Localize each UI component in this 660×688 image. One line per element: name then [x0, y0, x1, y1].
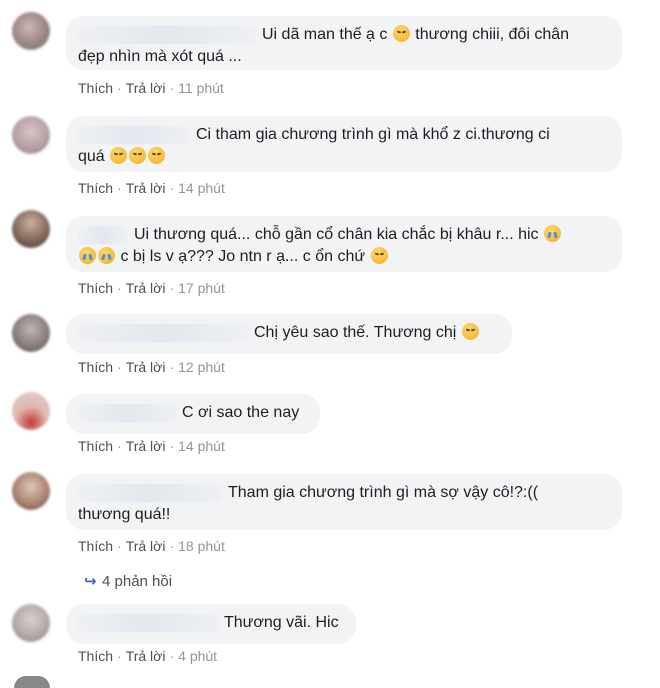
- avatar[interactable]: [12, 116, 50, 154]
- comment-bubble: C ơi sao the nay: [66, 394, 320, 434]
- timestamp[interactable]: 14 phút: [178, 438, 225, 454]
- author-name-blurred[interactable]: [78, 225, 128, 244]
- comment-bubble: Ci tham gia chương trình gì mà khổ z ci.…: [66, 116, 622, 172]
- sad-face-icon: [461, 323, 479, 340]
- crying-face-icon: [98, 247, 115, 264]
- comment-bubble: Ui thương quá... chỗ gần cổ chân kia chắ…: [66, 216, 622, 272]
- sad-face-icon: [148, 147, 166, 164]
- comment-bubble: Tham gia chương trình gì mà sợ vậy cô!?:…: [66, 474, 622, 530]
- timestamp[interactable]: 4 phút: [178, 648, 217, 664]
- next-avatar-partial: [14, 676, 50, 688]
- sad-face-icon: [392, 25, 410, 42]
- replies-count: 4 phản hồi: [102, 573, 173, 590]
- author-name-blurred[interactable]: [78, 613, 218, 632]
- timestamp[interactable]: 18 phút: [178, 538, 225, 554]
- avatar[interactable]: [12, 314, 50, 352]
- author-name-blurred[interactable]: [78, 25, 256, 44]
- avatar[interactable]: [12, 12, 50, 50]
- reply-link[interactable]: Trả lời: [126, 80, 166, 96]
- timestamp[interactable]: 12 phút: [178, 359, 225, 375]
- like-link[interactable]: Thích: [78, 359, 113, 375]
- comment-meta: Thích · Trả lời · 4 phút: [78, 648, 218, 664]
- comment-bubble: Thương vãi. Hic: [66, 604, 356, 644]
- comment-bubble: Ui dã man thế ạ c thương chiii, đôi chân…: [66, 16, 622, 70]
- like-link[interactable]: Thích: [78, 538, 113, 554]
- comment-meta: Thích · Trả lời · 18 phút: [78, 538, 225, 554]
- avatar[interactable]: [12, 604, 50, 642]
- author-name-blurred[interactable]: [78, 125, 190, 144]
- comment-meta: Thích · Trả lời · 14 phút: [78, 438, 225, 454]
- reply-link[interactable]: Trả lời: [126, 280, 166, 296]
- like-link[interactable]: Thích: [78, 80, 113, 96]
- avatar[interactable]: [12, 210, 50, 248]
- like-link[interactable]: Thích: [78, 648, 113, 664]
- worried-face-icon: [370, 247, 388, 264]
- timestamp[interactable]: 17 phút: [178, 280, 225, 296]
- comment-bubble: Chị yêu sao thế. Thương chị: [66, 314, 512, 354]
- author-name-blurred[interactable]: [78, 403, 176, 422]
- reply-link[interactable]: Trả lời: [126, 180, 166, 196]
- crying-face-icon: [544, 225, 561, 242]
- reply-link[interactable]: Trả lời: [126, 438, 166, 454]
- timestamp[interactable]: 11 phút: [178, 80, 224, 96]
- author-name-blurred[interactable]: [78, 483, 222, 502]
- like-link[interactable]: Thích: [78, 280, 113, 296]
- crying-face-icon: [79, 247, 96, 264]
- like-link[interactable]: Thích: [78, 180, 113, 196]
- comment-meta: Thích · Trả lời · 11 phút: [78, 80, 224, 96]
- avatar[interactable]: [12, 392, 50, 430]
- comment-meta: Thích · Trả lời · 12 phút: [78, 359, 225, 375]
- avatar[interactable]: [12, 472, 50, 510]
- reply-link[interactable]: Trả lời: [126, 538, 166, 554]
- like-link[interactable]: Thích: [78, 438, 113, 454]
- comment-meta: Thích · Trả lời · 17 phút: [78, 280, 225, 296]
- view-replies-link[interactable]: ↪ 4 phản hồi: [84, 572, 172, 590]
- reply-link[interactable]: Trả lời: [126, 359, 166, 375]
- sad-face-icon: [110, 147, 128, 164]
- reply-arrow-icon: ↪: [84, 573, 97, 590]
- comment-meta: Thích · Trả lời · 14 phút: [78, 180, 225, 196]
- author-name-blurred[interactable]: [78, 323, 248, 342]
- sad-face-icon: [129, 147, 147, 164]
- comment-text: Ui dã man thế ạ c: [262, 26, 392, 43]
- timestamp[interactable]: 14 phút: [178, 180, 225, 196]
- reply-link[interactable]: Trả lời: [126, 648, 166, 664]
